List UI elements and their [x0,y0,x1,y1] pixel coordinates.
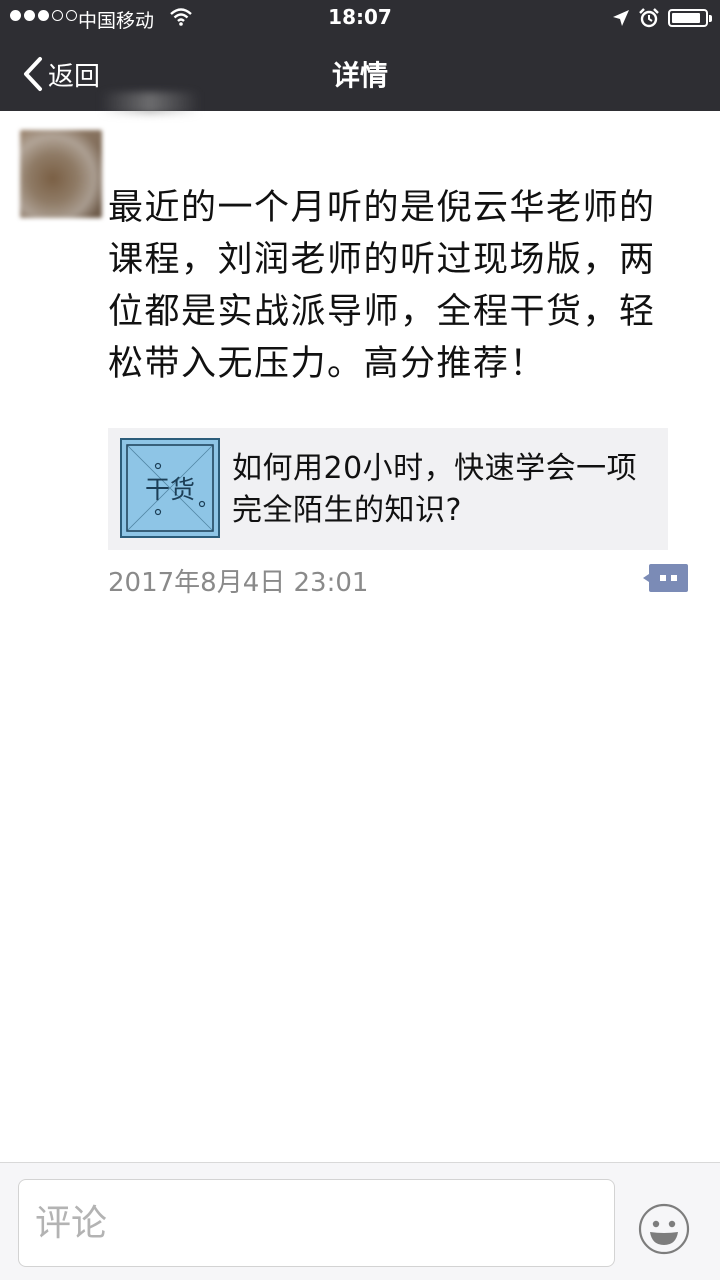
status-bar: 中国移动 18:07 [0,0,720,38]
alarm-icon [639,8,659,28]
post-timestamp: 2017年8月4日 23:01 [108,568,369,598]
comment-bar [0,1162,720,1280]
back-button[interactable]: 返回 [22,54,100,94]
comment-menu-icon[interactable] [642,562,688,594]
link-card[interactable]: 干货 如何用20小时，快速学会一项完全陌生的知识? [108,428,668,550]
emoji-icon[interactable] [638,1203,690,1255]
location-icon [613,10,629,26]
link-title: 如何用20小时，快速学会一项完全陌生的知识? [232,451,638,528]
page-title: 详情 [331,59,388,92]
comment-input[interactable] [18,1179,615,1267]
chevron-left-icon [24,57,42,91]
avatar[interactable] [20,130,102,218]
link-thumbnail: 干货 [120,438,220,538]
post-text: 最近的一个月听的是倪云华老师的课程，刘润老师的听过现场版，两位都是实战派导师，全… [108,188,656,384]
blurred-username [100,92,200,114]
back-label: 返回 [48,61,101,92]
moment-detail-screen: 中国移动 18:07 返回 详情 最近的一个月听的是倪云华老师的课程，刘润老师的… [0,0,720,1280]
battery-icon [668,9,712,27]
thumbnail-text: 干货 [144,475,195,504]
